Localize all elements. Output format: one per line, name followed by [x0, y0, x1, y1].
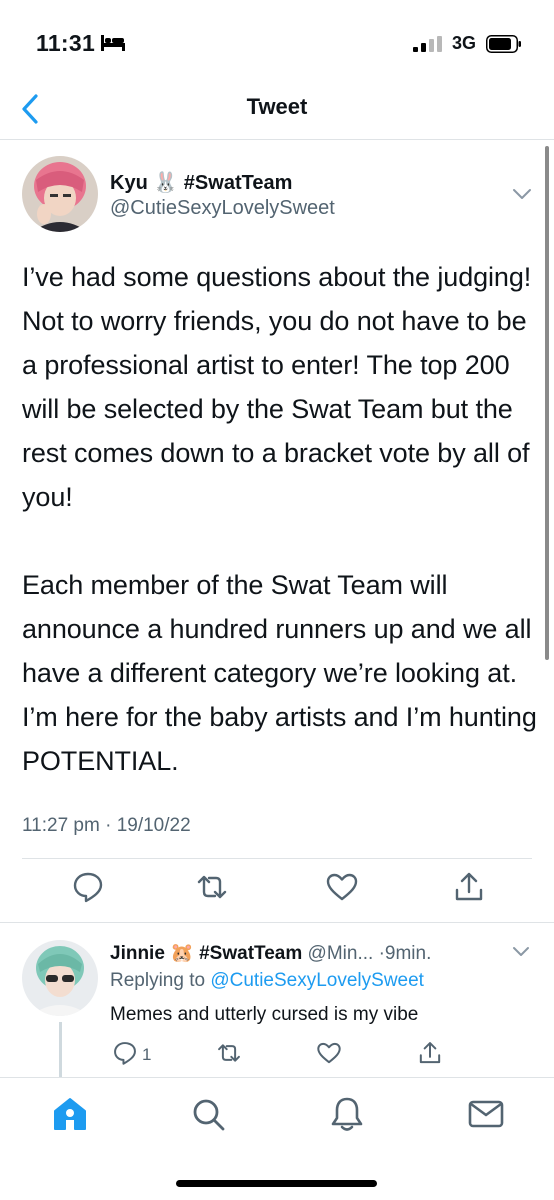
author-handle[interactable]: @CutieSexyLovelySweet — [110, 197, 335, 220]
reply-text: Memes and utterly cursed is my vibe — [110, 1004, 419, 1025]
reply-author-handle[interactable]: @Min... — [308, 943, 374, 964]
reply-header: Jinnie 🐹 #SwatTeam @Min... ·9min. — [110, 941, 431, 965]
network-type: 3G — [452, 33, 477, 53]
reply-actions — [0, 1040, 554, 1070]
divider — [0, 922, 554, 923]
mention-link[interactable]: @CutieSexyLovelySweet — [210, 970, 424, 991]
page-title: Tweet — [246, 94, 308, 119]
replying-to-prefix: Replying to — [110, 970, 211, 991]
search-icon[interactable] — [188, 1094, 228, 1134]
chevron-down-icon[interactable] — [511, 945, 531, 959]
home-indicator[interactable] — [176, 1180, 377, 1187]
share-icon[interactable] — [452, 870, 486, 904]
navigation-header: Tweet — [0, 90, 554, 140]
status-bar: 11:31 3G — [0, 0, 554, 90]
like-icon[interactable] — [325, 870, 359, 904]
notifications-icon[interactable] — [327, 1094, 367, 1134]
battery-icon — [486, 35, 521, 53]
sleep-focus-icon — [101, 35, 125, 51]
author-avatar[interactable] — [22, 156, 98, 232]
cellular-signal-icon — [413, 36, 442, 52]
share-icon[interactable] — [417, 1040, 443, 1066]
reply-icon[interactable] — [71, 870, 105, 904]
chevron-down-icon[interactable] — [511, 186, 533, 202]
reply-author-avatar[interactable] — [22, 940, 98, 1016]
author-name[interactable]: Kyu 🐰 #SwatTeam — [110, 170, 292, 195]
reply-icon[interactable] — [112, 1040, 138, 1066]
retweet-icon[interactable] — [216, 1040, 242, 1066]
messages-icon[interactable] — [466, 1094, 506, 1134]
reply-author-name[interactable]: Jinnie 🐹 #SwatTeam — [110, 943, 302, 964]
home-icon[interactable] — [50, 1094, 90, 1134]
tweet-actions — [0, 870, 554, 910]
divider — [22, 858, 532, 859]
replying-to-line: Replying to @CutieSexyLovelySweet — [110, 970, 424, 992]
retweet-icon[interactable] — [195, 870, 229, 904]
like-icon[interactable] — [316, 1040, 342, 1066]
scroll-indicator[interactable] — [545, 146, 549, 660]
reply-count: 1 — [142, 1045, 152, 1064]
tweet-timestamp: 11:27 pm · 19/10/22 — [22, 815, 191, 836]
tweet-text: I’ve had some questions about the judgin… — [22, 262, 537, 776]
status-time: 11:31 — [36, 30, 96, 56]
reply-time: ·9min. — [378, 943, 432, 964]
